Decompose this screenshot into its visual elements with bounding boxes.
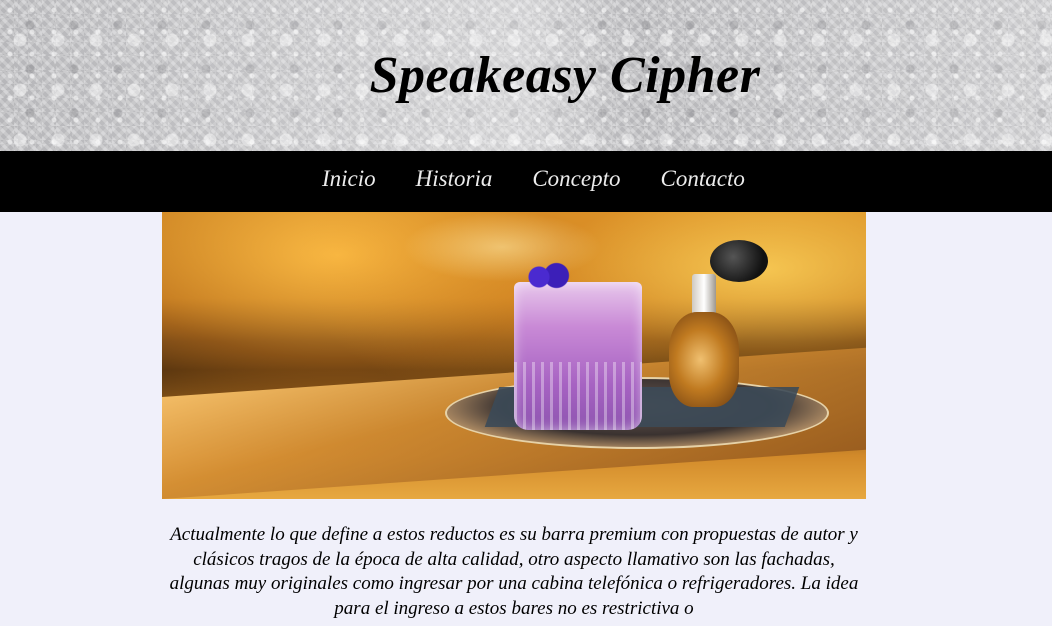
atomizer-bulb: [710, 240, 768, 282]
hero-image: [162, 212, 866, 499]
nav-link-concepto[interactable]: Concepto: [532, 166, 620, 192]
flower-garnish: [524, 262, 574, 292]
nav-list: Inicio Historia Concepto Contacto: [322, 166, 785, 192]
perfume-bottle: [669, 312, 739, 407]
site-header: Speakeasy Cipher: [0, 0, 1052, 151]
main-navbar: Inicio Historia Concepto Contacto: [0, 151, 1052, 212]
nav-link-historia[interactable]: Historia: [416, 166, 493, 192]
glass-ribs: [514, 362, 642, 430]
nav-link-contacto[interactable]: Contacto: [661, 166, 745, 192]
atomizer-neck: [692, 274, 716, 316]
nav-link-inicio[interactable]: Inicio: [322, 166, 376, 192]
intro-paragraph: Actualmente lo que define a estos reduct…: [169, 524, 859, 619]
site-title: Speakeasy Cipher: [369, 47, 761, 104]
